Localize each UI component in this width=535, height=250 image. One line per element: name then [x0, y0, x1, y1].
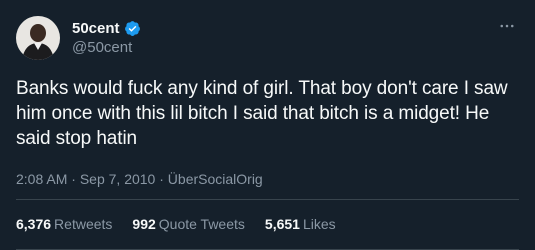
- verified-badge-icon: [124, 20, 141, 37]
- tweet-time[interactable]: 2:08 AM: [16, 171, 67, 187]
- user-names: 50cent @50cent: [72, 19, 141, 57]
- quote-tweets-count: 992: [132, 216, 156, 232]
- quote-tweets-stat[interactable]: 992 Quote Tweets: [132, 215, 245, 233]
- likes-label: Likes: [302, 216, 336, 232]
- tweet-header: 50cent @50cent: [16, 14, 519, 62]
- meta-separator: ·: [159, 171, 164, 187]
- avatar-image: [16, 16, 60, 60]
- retweets-stat[interactable]: 6,376 Retweets: [16, 215, 112, 233]
- tweet-meta: 2:08 AM · Sep 7, 2010 · ÜberSocialOrig: [16, 170, 263, 188]
- user-handle[interactable]: @50cent: [72, 38, 141, 57]
- tweet-stats: 6,376 Retweets 992 Quote Tweets 5,651 Likes: [16, 215, 356, 233]
- tweet-date[interactable]: Sep 7, 2010: [80, 171, 156, 187]
- meta-separator: ·: [71, 171, 76, 187]
- likes-stat[interactable]: 5,651 Likes: [265, 215, 336, 233]
- display-name[interactable]: 50cent: [72, 19, 120, 38]
- more-options-icon[interactable]: [495, 14, 519, 38]
- tweet-source[interactable]: ÜberSocialOrig: [168, 171, 263, 187]
- tweet-text: Banks would fuck any kind of girl. That …: [16, 78, 508, 149]
- likes-count: 5,651: [264, 216, 300, 232]
- avatar[interactable]: [16, 16, 60, 60]
- divider: [16, 199, 519, 200]
- name-row: 50cent: [72, 19, 141, 38]
- retweets-count: 6,376: [16, 216, 52, 232]
- quote-tweets-label: Quote Tweets: [158, 216, 245, 232]
- tweet-card: 50cent @50cent Banks would fuck any kind…: [0, 0, 535, 250]
- retweets-label: Retweets: [54, 216, 113, 232]
